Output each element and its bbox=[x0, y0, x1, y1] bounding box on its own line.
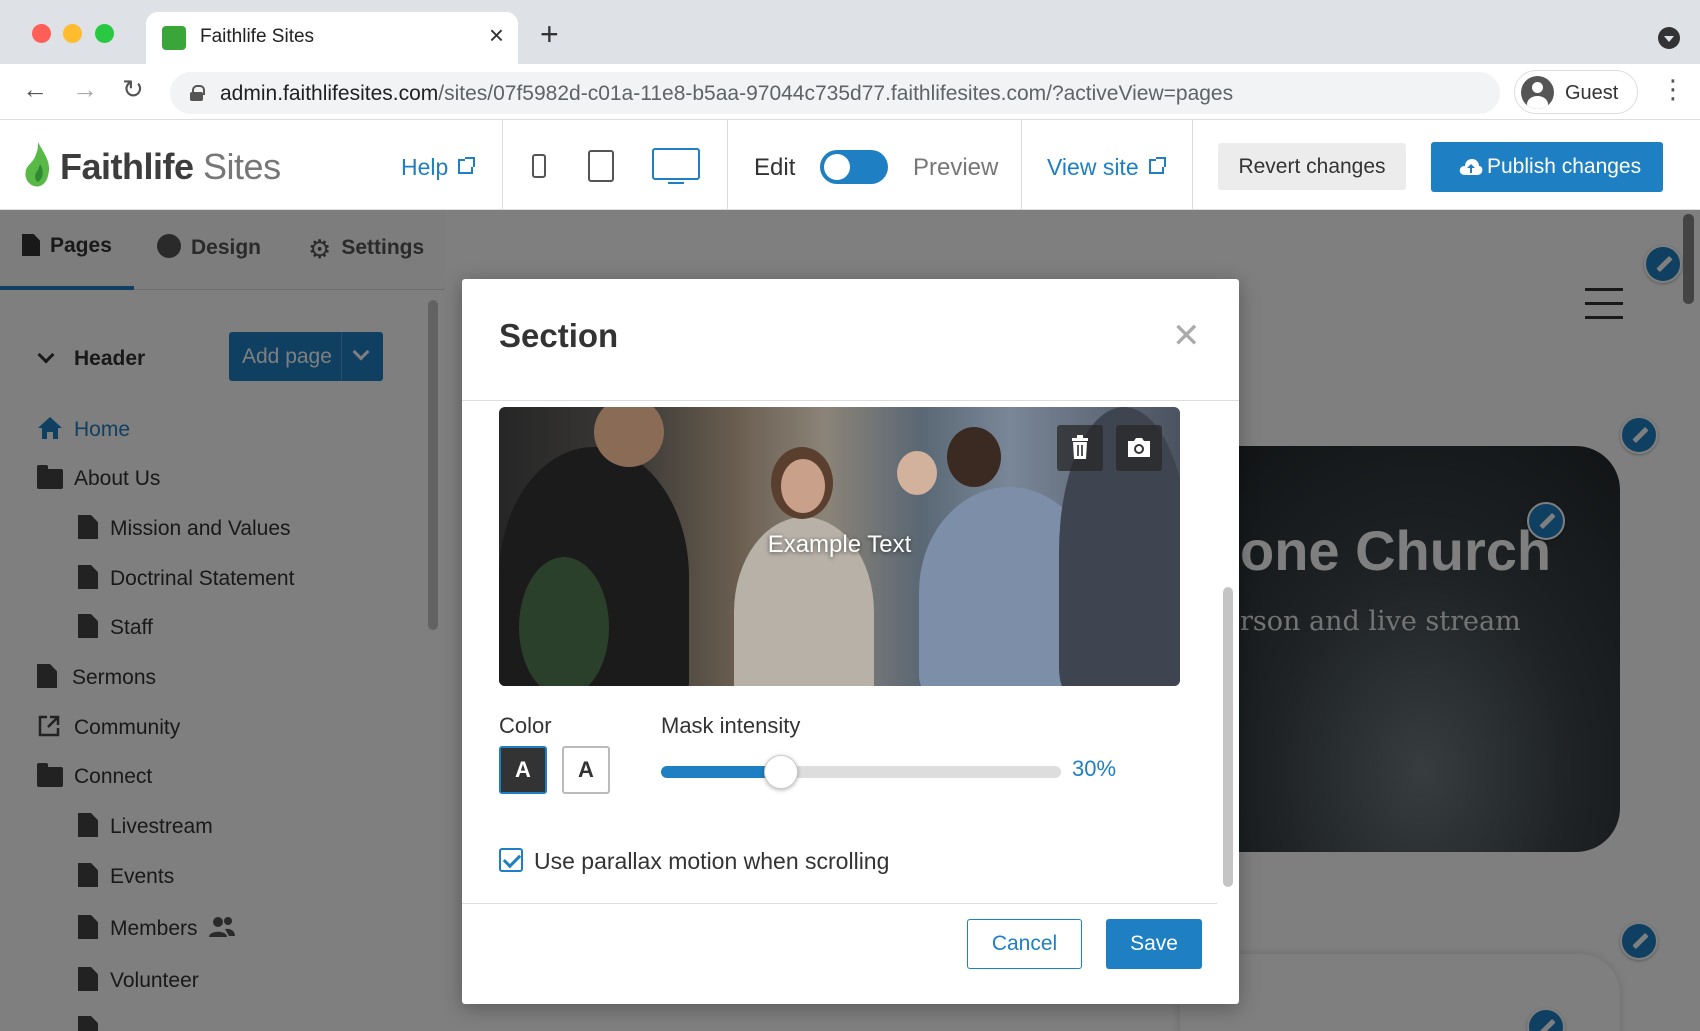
image-example-text: Example Text bbox=[767, 531, 912, 558]
dialog-body: Example Text Color A A Mask intensity 30… bbox=[462, 401, 1217, 882]
window-maximize-button[interactable] bbox=[95, 24, 114, 43]
url-path: /sites/07f5982d-c01a-11e8-b5aa-97044c735… bbox=[438, 82, 1234, 105]
window-close-button[interactable] bbox=[32, 24, 51, 43]
tablet-view-icon[interactable] bbox=[588, 150, 614, 182]
cancel-button[interactable]: Cancel bbox=[967, 919, 1082, 969]
mask-intensity-value: 30% bbox=[1072, 756, 1117, 781]
app-logo[interactable]: Faithlife Sites bbox=[60, 146, 281, 188]
mask-intensity-label: Mask intensity bbox=[661, 713, 801, 738]
photo-figure bbox=[897, 451, 937, 495]
forward-arrow-icon[interactable]: → bbox=[72, 76, 98, 102]
edit-preview-toggle[interactable] bbox=[820, 150, 888, 184]
url-text: admin.faithlifesites.com/sites/07f5982d-… bbox=[220, 82, 1233, 106]
mobile-view-icon[interactable] bbox=[532, 154, 546, 178]
profile-label: Guest bbox=[1565, 82, 1619, 104]
browser-menu-icon[interactable]: ⋮ bbox=[1660, 76, 1686, 102]
browser-address-bar: ← → ↻ admin.faithlifesites.com/sites/07f… bbox=[0, 64, 1700, 120]
slider-thumb[interactable] bbox=[764, 755, 798, 789]
revert-changes-button[interactable]: Revert changes bbox=[1218, 143, 1406, 190]
window-minimize-button[interactable] bbox=[63, 24, 82, 43]
divider bbox=[462, 903, 1217, 904]
browser-tab-title: Faithlife Sites bbox=[200, 26, 315, 47]
help-link[interactable]: Help bbox=[401, 154, 476, 181]
new-tab-icon[interactable]: + bbox=[540, 18, 559, 50]
logo-light-text: Sites bbox=[203, 146, 281, 187]
photo-figure bbox=[781, 459, 825, 513]
text-color-dark-swatch[interactable]: A bbox=[499, 746, 547, 794]
external-link-icon bbox=[458, 157, 476, 174]
divider bbox=[1021, 120, 1022, 210]
dialog-scrollbar[interactable] bbox=[1223, 587, 1233, 887]
dialog-title: Section bbox=[499, 317, 619, 354]
slider-fill bbox=[661, 766, 781, 778]
tab-search-icon[interactable] bbox=[1658, 27, 1680, 49]
replace-image-button[interactable] bbox=[1116, 425, 1162, 471]
desktop-stand bbox=[668, 182, 684, 184]
external-link-icon bbox=[1148, 157, 1166, 174]
lock-icon bbox=[190, 85, 205, 101]
save-button[interactable]: Save bbox=[1106, 919, 1202, 969]
section-dialog: Section ✕ Example Text Color A A Mask in… bbox=[462, 279, 1239, 1004]
view-site-link[interactable]: View site bbox=[1047, 154, 1166, 181]
faithlife-flame-icon bbox=[25, 142, 50, 187]
close-tab-icon[interactable]: × bbox=[489, 22, 504, 48]
logo-bold-text: Faithlife bbox=[60, 146, 194, 187]
preview-label: Preview bbox=[913, 154, 999, 181]
photo-foliage bbox=[519, 557, 609, 686]
browser-tab[interactable]: Faithlife Sites × bbox=[146, 12, 518, 64]
view-site-label: View site bbox=[1047, 154, 1139, 180]
parallax-checkbox[interactable] bbox=[499, 848, 523, 872]
divider bbox=[727, 120, 728, 210]
url-field[interactable]: admin.faithlifesites.com/sites/07f5982d-… bbox=[170, 72, 1500, 114]
toggle-knob bbox=[824, 154, 850, 180]
desktop-view-icon[interactable] bbox=[652, 148, 700, 180]
faithlife-favicon-icon bbox=[162, 26, 186, 50]
parallax-label[interactable]: Use parallax motion when scrolling bbox=[534, 848, 889, 875]
publish-label: Publish changes bbox=[1487, 155, 1642, 178]
avatar-icon bbox=[1521, 76, 1554, 109]
cloud-upload-icon bbox=[1459, 159, 1483, 175]
text-color-light-swatch[interactable]: A bbox=[562, 746, 610, 794]
photo-figure bbox=[947, 427, 1001, 487]
trash-icon bbox=[1072, 435, 1088, 459]
close-icon[interactable]: ✕ bbox=[1172, 319, 1201, 353]
mask-intensity-slider[interactable] bbox=[661, 755, 1061, 789]
app-header: Faithlife Sites Help Edit Preview View s… bbox=[0, 120, 1700, 210]
help-label: Help bbox=[401, 154, 449, 180]
publish-changes-button[interactable]: Publish changes bbox=[1431, 142, 1663, 192]
divider bbox=[502, 120, 503, 210]
delete-image-button[interactable] bbox=[1057, 425, 1103, 471]
browser-tab-bar: Faithlife Sites × + bbox=[0, 0, 1700, 64]
url-host: admin.faithlifesites.com bbox=[220, 82, 439, 105]
reload-icon[interactable]: ↻ bbox=[122, 76, 144, 102]
back-arrow-icon[interactable]: ← bbox=[22, 76, 48, 102]
profile-button[interactable]: Guest bbox=[1514, 70, 1638, 114]
edit-label: Edit bbox=[754, 154, 796, 181]
color-label: Color bbox=[499, 713, 552, 738]
divider bbox=[1192, 120, 1193, 210]
section-background-image[interactable]: Example Text bbox=[499, 407, 1180, 686]
camera-icon bbox=[1128, 438, 1150, 457]
